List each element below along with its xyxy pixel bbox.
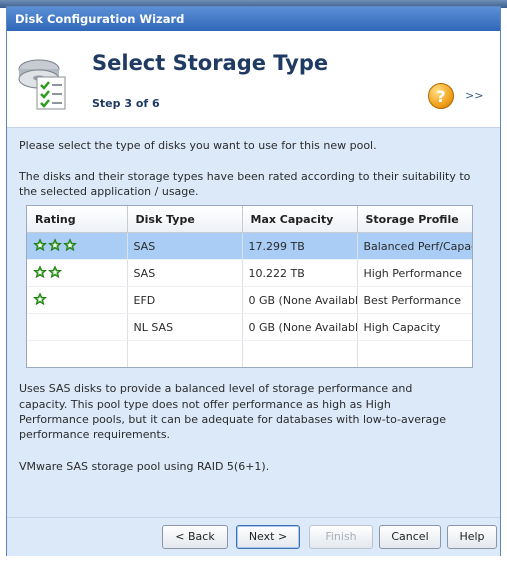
help-button[interactable]: Help — [447, 525, 497, 549]
finish-button[interactable]: Finish — [309, 525, 373, 549]
table-row[interactable]: EFD0 GB (None Available)Best Performance — [27, 286, 472, 314]
next-button[interactable]: Next > — [236, 525, 300, 549]
column-header-disk-type[interactable]: Disk Type — [127, 206, 243, 233]
storage-profile-cell: Balanced Perf/Capacity — [357, 232, 472, 260]
cancel-button[interactable]: Cancel — [379, 525, 441, 549]
page-title: Select Storage Type — [92, 51, 329, 75]
button-bar: < Back Next > Finish Cancel Help — [7, 517, 500, 556]
column-header-storage-profile[interactable]: Storage Profile — [357, 206, 472, 233]
disk-checklist-icon — [18, 59, 66, 110]
rating-cell — [27, 286, 128, 314]
column-header-max-capacity[interactable]: Max Capacity — [242, 206, 358, 233]
disk-type-cell: SAS — [127, 259, 243, 287]
empty-table-row — [27, 340, 472, 367]
rating-cell — [27, 232, 128, 260]
storage-profile-cell: Best Performance — [357, 286, 472, 314]
rating-stars — [33, 291, 47, 306]
rating-cell — [27, 313, 128, 341]
raid-summary: VMware SAS storage pool using RAID 5(6+1… — [19, 460, 270, 473]
instruction-text: Please select the type of disks you want… — [19, 139, 377, 152]
table-row[interactable]: NL SAS0 GB (None Available)High Capacity — [27, 313, 472, 341]
star-icon — [48, 237, 62, 251]
empty-cell — [27, 368, 127, 369]
wizard-content: Please select the type of disks you want… — [7, 128, 500, 522]
step-indicator: Step 3 of 6 — [92, 97, 160, 110]
description-line1: Uses SAS disks to provide a balanced lev… — [19, 382, 413, 395]
star-icon — [33, 291, 47, 305]
empty-cell — [242, 340, 358, 367]
empty-table-row — [27, 368, 473, 369]
rating-stars — [33, 237, 77, 252]
column-header-rating[interactable]: Rating — [27, 206, 128, 233]
description-line4: performance requirements. — [19, 428, 171, 441]
star-icon — [33, 237, 47, 251]
max-capacity-cell: 10.222 TB — [242, 259, 358, 287]
empty-cell — [127, 368, 242, 369]
storage-type-table[interactable]: Rating Disk Type Max Capacity Storage Pr… — [26, 205, 473, 368]
description-line3: Performance pools, but it can be adequat… — [19, 413, 447, 426]
rating-explanation-line1: The disks and their storage types have b… — [19, 170, 471, 183]
window-title: Disk Configuration Wizard — [7, 7, 500, 31]
table-header-row: Rating Disk Type Max Capacity Storage Pr… — [27, 206, 472, 233]
expand-toggle[interactable]: >> — [465, 89, 483, 102]
rating-explanation-line2: the selected application / usage. — [19, 185, 199, 198]
empty-cell — [242, 368, 357, 369]
empty-cell — [127, 340, 243, 367]
star-icon — [33, 264, 47, 278]
description-line2: capacity. This pool type does not offer … — [19, 398, 391, 411]
rating-cell — [27, 259, 128, 287]
table-row[interactable]: SAS 10.222 TB High Performance — [27, 259, 472, 287]
star-icon — [48, 264, 62, 278]
max-capacity-cell: 0 GB (None Available) — [242, 286, 358, 314]
wizard-header: Select Storage Type Step 3 of 6 ? >> — [7, 31, 500, 128]
max-capacity-cell: 0 GB (None Available) — [242, 313, 358, 341]
max-capacity-cell: 17.299 TB — [242, 232, 358, 260]
disk-type-cell: SAS — [127, 232, 243, 260]
empty-cell — [357, 340, 472, 367]
star-icon — [63, 237, 77, 251]
storage-profile-cell: High Performance — [357, 259, 472, 287]
disk-type-cell: EFD — [127, 286, 243, 314]
table-row[interactable]: SAS17.299 TBBalanced Perf/Capacity — [27, 232, 472, 260]
wizard-dialog: Disk Configuration Wizard Select Storage… — [6, 6, 501, 556]
empty-cell — [27, 340, 128, 367]
rating-stars — [33, 264, 62, 279]
empty-cell — [357, 368, 473, 369]
disk-type-cell: NL SAS — [127, 313, 243, 341]
back-button[interactable]: < Back — [162, 525, 228, 549]
help-question-icon[interactable]: ? — [428, 83, 454, 109]
storage-profile-cell: High Capacity — [357, 313, 472, 341]
